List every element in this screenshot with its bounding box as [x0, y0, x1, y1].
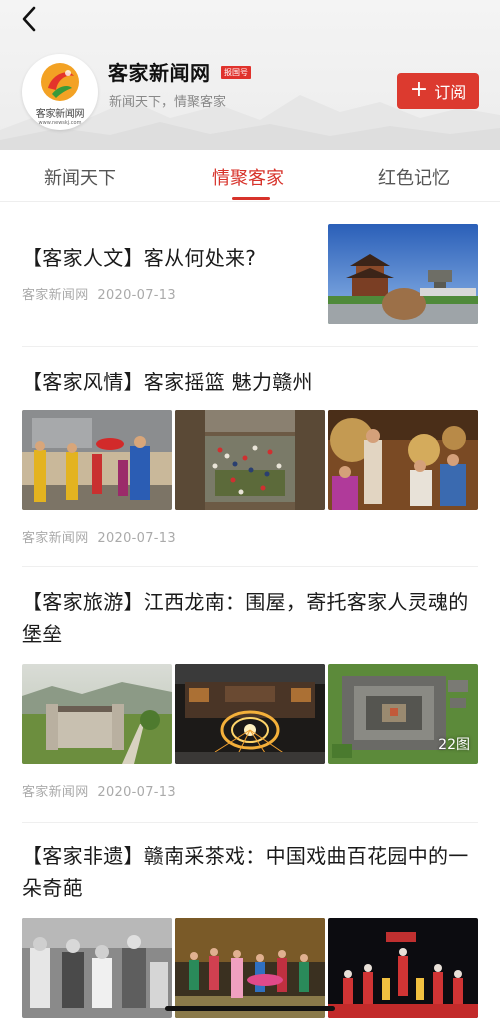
article-thumbnail: [328, 224, 478, 324]
article-thumbnail: [22, 664, 172, 764]
back-button[interactable]: [14, 4, 44, 34]
opera-historic-photo: [22, 918, 172, 1018]
tab-red-memory[interactable]: 红色记忆: [378, 164, 450, 190]
article-title: 【客家风情】客家摇篮 魅力赣州: [22, 370, 313, 394]
tea-opera-stage-image: [175, 918, 325, 1018]
logo-text: 客家新闻网: [35, 109, 85, 120]
home-indicator: [165, 1006, 335, 1011]
divider: [22, 822, 478, 823]
list-item[interactable]: 【客家旅游】江西龙南：围屋，寄托客家人灵魂的堡垒 22图 客家新闻网 2020-…: [22, 586, 478, 806]
courtyard-crowd-image: [175, 410, 325, 510]
subscribe-label: 订阅: [434, 83, 467, 102]
divider: [22, 566, 478, 567]
article-thumbnail: [328, 918, 478, 1018]
costume-parade-image: [22, 410, 172, 510]
article-source: 客家新闻网: [22, 785, 89, 800]
article-date: 2020-07-13: [97, 288, 176, 303]
article-thumbnail: [175, 664, 325, 764]
article-date: 2020-07-13: [97, 531, 176, 546]
article-thumbnail: [328, 410, 478, 510]
list-item[interactable]: 【客家风情】客家摇篮 魅力赣州 客家新闻网 2020-07-13: [22, 362, 478, 546]
fire-performance-image: [175, 664, 325, 764]
article-thumbnail: [175, 410, 325, 510]
article-title: 【客家旅游】江西龙南：围屋，寄托客家人灵魂的堡垒: [22, 590, 469, 646]
list-item[interactable]: 【客家人文】客从何处来? 客家新闻网 2020-07-13: [22, 224, 478, 334]
plus-icon: +: [409, 77, 429, 102]
image-count-badge: 22图: [438, 737, 470, 753]
walled-house-image: [22, 664, 172, 764]
article-meta: 客家新闻网 2020-07-13: [22, 781, 176, 800]
channel-name: 客家新闻网: [108, 61, 211, 85]
list-item[interactable]: 【客家非遗】赣南采茶戏：中国戏曲百花园中的一朵奇葩: [22, 840, 478, 1021]
article-thumbnail: 22图: [328, 664, 478, 764]
pavilion-image: [328, 224, 478, 324]
article-thumbnail: [175, 918, 325, 1018]
channel-logo[interactable]: 客家新闻网 www.newskj.com: [22, 54, 98, 130]
active-tab-indicator: [232, 197, 270, 200]
divider: [22, 346, 478, 347]
article-title: 【客家人文】客从何处来?: [22, 246, 257, 270]
article-thumbnail: [22, 410, 172, 510]
subscribe-button[interactable]: + 订阅: [397, 73, 479, 109]
tab-news-world[interactable]: 新闻天下: [44, 164, 116, 190]
article-source: 客家新闻网: [22, 531, 89, 546]
article-meta: 客家新闻网 2020-07-13: [22, 527, 176, 546]
logo-url: www.newskj.com: [38, 120, 82, 126]
article-title: 【客家非遗】赣南采茶戏：中国戏曲百花园中的一朵奇葩: [22, 844, 469, 900]
article-thumbnail: [22, 918, 172, 1018]
channel-badge: 报国号: [221, 66, 251, 79]
article-meta: 客家新闻网 2020-07-13: [22, 284, 176, 303]
tab-hakka-gathering[interactable]: 情聚客家: [212, 164, 284, 190]
logo-mark-icon: [41, 63, 79, 101]
folk-crafts-image: [328, 410, 478, 510]
channel-slogan: 新闻天下，情聚客家: [109, 95, 227, 110]
dance-performance-image: [328, 918, 478, 1018]
article-date: 2020-07-13: [97, 785, 176, 800]
account-header: 客家新闻网 www.newskj.com 客家新闻网 报国号 新闻天下，情聚客家…: [0, 0, 500, 150]
chevron-left-icon: [22, 6, 36, 32]
article-source: 客家新闻网: [22, 288, 89, 303]
category-tabs: 新闻天下 情聚客家 红色记忆: [0, 150, 500, 202]
